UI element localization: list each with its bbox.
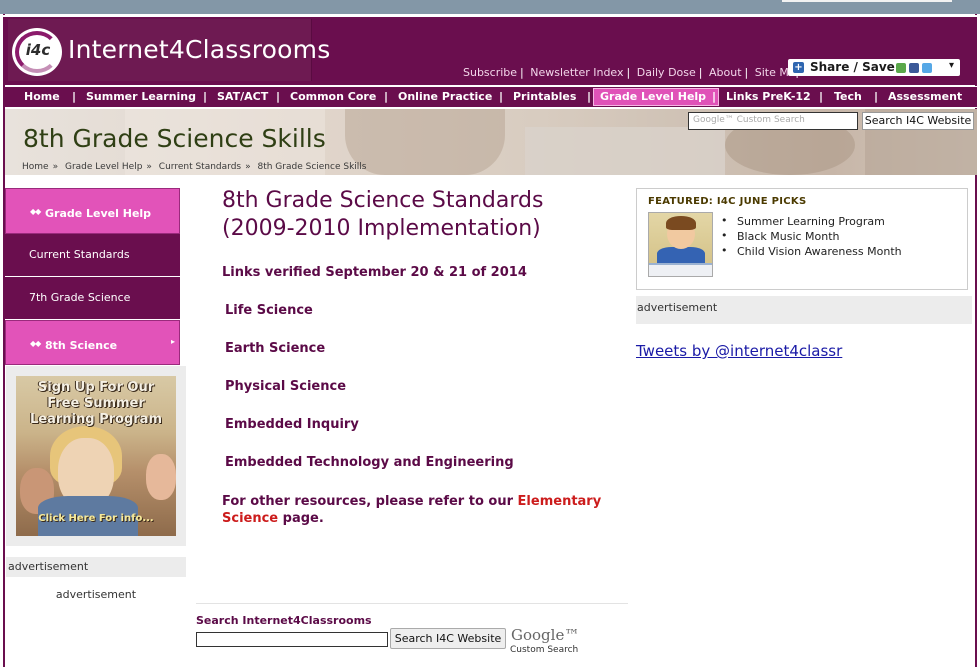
banner-search-input[interactable]: Google™ Custom Search bbox=[688, 112, 858, 130]
logo-title: Internet4Classrooms bbox=[68, 35, 331, 64]
right-ad-label: advertisement bbox=[636, 296, 972, 324]
nav-links-prek-12[interactable]: Links PreK-12 bbox=[726, 90, 811, 103]
nav-printables[interactable]: Printables bbox=[513, 90, 576, 103]
banner-search-button[interactable]: Search I4C Website bbox=[862, 112, 974, 130]
promo-headline: Sign Up For Our Free Summer Learning Pro… bbox=[16, 380, 176, 428]
nav-separator: | bbox=[874, 90, 879, 103]
links-verified-note: Links verified September 20 & 21 of 2014 bbox=[222, 265, 527, 280]
nav-tech[interactable]: Tech bbox=[834, 90, 862, 103]
link-life-science[interactable]: Life Science bbox=[225, 303, 313, 318]
sidebar-item-label: 7th Grade Science bbox=[29, 291, 131, 304]
nav-sat-act[interactable]: SAT/ACT bbox=[217, 90, 268, 103]
bullet-icon: ◆◆ bbox=[30, 207, 41, 216]
sidebar-item-grade-level-help[interactable]: ◆◆ Grade Level Help bbox=[5, 188, 180, 234]
nav-assessment[interactable]: Assessment bbox=[888, 90, 962, 103]
breadcrumb-current-page: 8th Grade Science Skills bbox=[257, 162, 367, 172]
link-earth-science[interactable]: Earth Science bbox=[225, 341, 325, 356]
browser-top-strip bbox=[0, 0, 980, 14]
tweets-link[interactable]: Tweets by @internet4classr bbox=[636, 342, 842, 360]
nav-separator: | bbox=[587, 90, 592, 103]
logo[interactable]: i4c Internet4Classrooms bbox=[8, 19, 330, 81]
breadcrumb: Home» Grade Level Help» Current Standard… bbox=[22, 162, 367, 172]
nav-separator: | bbox=[819, 90, 824, 103]
sidebar-ad: advertisement bbox=[55, 588, 137, 601]
link-embedded-inquiry[interactable]: Embedded Inquiry bbox=[225, 417, 359, 432]
top-links: Subscribe | Newsletter Index | Daily Dose |… bbox=[463, 66, 803, 79]
featured-title: FEATURED: I4C JUNE PICKS bbox=[648, 196, 807, 207]
bullet-icon: ◆◆ bbox=[30, 339, 41, 348]
nav-separator: | bbox=[276, 90, 281, 103]
top-link-subscribe[interactable]: Subscribe bbox=[463, 66, 517, 79]
page-title: 8th Grade Science Skills bbox=[23, 124, 326, 153]
nav-common-core[interactable]: Common Core bbox=[290, 90, 376, 103]
logo-badge-text: i4c bbox=[25, 41, 51, 59]
sidebar-item-label: Current Standards bbox=[29, 248, 130, 261]
nav-separator: | bbox=[203, 90, 208, 103]
nav-separator: | bbox=[384, 90, 389, 103]
google-custom-search-label: Custom Search bbox=[510, 645, 579, 655]
sidebar-item-label: 8th Science bbox=[45, 339, 118, 352]
main-heading: 8th Grade Science Standards (2009-2010 I… bbox=[222, 187, 622, 243]
sidebar-item-8th-science[interactable]: ◆◆ 8th Science ▸ bbox=[5, 320, 180, 365]
bottom-search-button[interactable]: Search I4C Website bbox=[390, 628, 506, 649]
promo-image: Sign Up For Our Free Summer Learning Pro… bbox=[16, 376, 176, 536]
bottom-search-label: Search Internet4Classrooms bbox=[196, 614, 372, 627]
nav-online-practice[interactable]: Online Practice bbox=[398, 90, 492, 103]
chevron-right-icon: ▸ bbox=[170, 337, 175, 346]
sidebar-ad-label: advertisement bbox=[6, 557, 186, 577]
sidebar-item-label: Grade Level Help bbox=[45, 207, 152, 220]
logo-badge-icon: i4c bbox=[12, 28, 62, 76]
facebook-icon bbox=[909, 63, 919, 73]
featured-list: Summer Learning Program Black Music Mont… bbox=[721, 214, 902, 260]
email-share-icon bbox=[896, 63, 906, 73]
nav-grade-level-help[interactable]: Grade Level Help bbox=[600, 90, 706, 103]
promo-line: Free Summer bbox=[47, 396, 145, 411]
nav-home[interactable]: Home bbox=[24, 90, 60, 103]
breadcrumb-home[interactable]: Home bbox=[22, 162, 49, 172]
link-embedded-technology-and-engineering[interactable]: Embedded Technology and Engineering bbox=[225, 455, 514, 470]
top-link-about[interactable]: About bbox=[709, 66, 742, 79]
share-save-button[interactable]: + Share / Save ▾ bbox=[788, 59, 960, 76]
promo-line: Learning Program bbox=[30, 412, 162, 427]
main-nav: Home | Summer Learning | SAT/ACT | Commo… bbox=[5, 86, 977, 108]
top-tab bbox=[782, 0, 952, 2]
promo-cta: Click Here For info... bbox=[38, 513, 154, 524]
plus-icon: + bbox=[793, 62, 804, 73]
nav-separator: | bbox=[72, 90, 77, 103]
chevron-down-icon: ▾ bbox=[948, 60, 954, 71]
link-physical-science[interactable]: Physical Science bbox=[225, 379, 346, 394]
main-heading-line: 8th Grade Science Standards bbox=[222, 188, 544, 213]
share-save-label: Share / Save bbox=[810, 60, 895, 74]
breadcrumb-grade-level-help[interactable]: Grade Level Help bbox=[65, 162, 142, 172]
bottom-search-input[interactable] bbox=[196, 632, 388, 647]
sidebar-item-7th-grade-science[interactable]: 7th Grade Science bbox=[5, 277, 180, 320]
featured-item-summer-learning[interactable]: Summer Learning Program bbox=[721, 214, 902, 230]
nav-separator: | bbox=[712, 90, 717, 103]
other-resources-suffix: page. bbox=[282, 511, 324, 526]
featured-item-child-vision[interactable]: Child Vision Awareness Month bbox=[721, 244, 902, 260]
site-header: i4c Internet4Classrooms Subscribe | Newsl… bbox=[3, 15, 977, 85]
featured-box: FEATURED: I4C JUNE PICKS Summer Learning… bbox=[636, 188, 968, 290]
google-logo: Google™ bbox=[511, 626, 580, 644]
main-heading-line: (2009-2010 Implementation) bbox=[222, 216, 541, 241]
twitter-icon bbox=[922, 63, 932, 73]
nav-summer-learning[interactable]: Summer Learning bbox=[86, 90, 196, 103]
nav-separator: | bbox=[499, 90, 504, 103]
top-link-daily-dose[interactable]: Daily Dose bbox=[637, 66, 696, 79]
featured-image[interactable] bbox=[648, 212, 713, 277]
featured-item-black-music-month[interactable]: Black Music Month bbox=[721, 229, 902, 245]
other-resources-prefix: For other resources, please refer to our bbox=[222, 494, 514, 509]
other-resources-note: For other resources, please refer to our… bbox=[222, 493, 622, 527]
divider bbox=[196, 603, 628, 604]
sidebar-item-current-standards[interactable]: Current Standards bbox=[5, 234, 180, 277]
promo-line: Sign Up For Our bbox=[37, 380, 155, 395]
summer-learning-promo[interactable]: Sign Up For Our Free Summer Learning Pro… bbox=[6, 366, 186, 546]
top-link-newsletter-index[interactable]: Newsletter Index bbox=[530, 66, 623, 79]
breadcrumb-current-standards[interactable]: Current Standards bbox=[159, 162, 241, 172]
